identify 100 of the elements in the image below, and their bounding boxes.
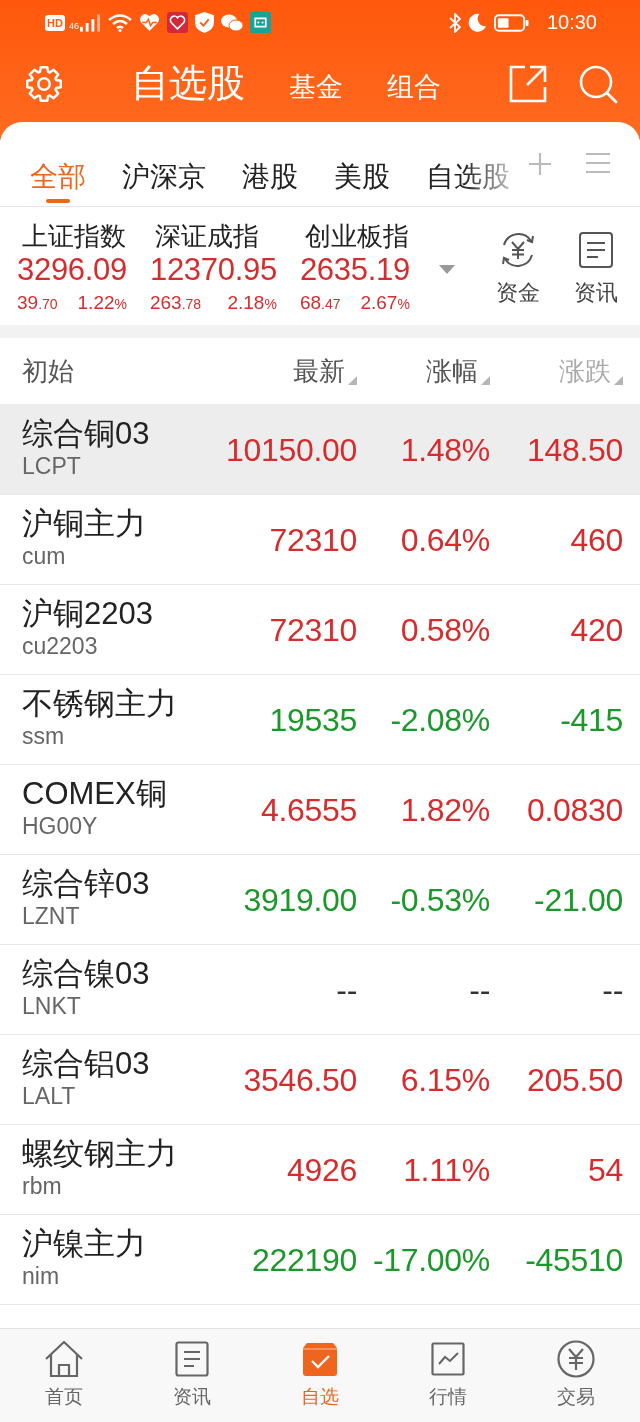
funds-button[interactable]: 资金 xyxy=(496,231,540,325)
add-icon[interactable] xyxy=(528,152,552,176)
price-change: -45510 xyxy=(525,1240,623,1279)
index-value: 2635.19 xyxy=(299,251,410,289)
heart-icon xyxy=(138,13,160,32)
instrument-name: COMEX铜 xyxy=(22,775,168,813)
instrument-name: 综合铜03 xyxy=(22,415,151,453)
battery-icon xyxy=(493,13,529,32)
index-name: 创业板指 xyxy=(303,221,410,251)
quote-row[interactable]: 综合铜03 LCPT 10150.00 1.48% 148.50 xyxy=(0,405,640,495)
nav-tab[interactable]: 首页 xyxy=(0,1329,128,1422)
change-percent: 0.64% xyxy=(400,520,490,559)
price-change: 205.50 xyxy=(526,1060,623,1099)
instrument-name: 沪铜主力 xyxy=(22,505,147,543)
instrument-name: 螺纹钢主力 xyxy=(22,1135,178,1173)
price-change: 148.50 xyxy=(526,430,623,469)
change-percent: -17.00% xyxy=(372,1240,490,1279)
app-icon xyxy=(166,12,188,33)
index-value: 12370.95 xyxy=(149,251,277,289)
price-change: -415 xyxy=(560,700,623,739)
instrument-code: cu2203 xyxy=(22,633,99,659)
price-change: 460 xyxy=(570,520,623,559)
check-tile-icon xyxy=(302,1342,338,1376)
index-change: 39.70 xyxy=(17,292,58,315)
column-header[interactable]: 最新 xyxy=(217,356,357,386)
change-percent: 6.15% xyxy=(400,1060,490,1099)
line-chart-icon xyxy=(431,1342,465,1376)
latest-price: -- xyxy=(336,970,357,1009)
instrument-name: 沪铜2203 xyxy=(22,595,154,633)
change-percent: -- xyxy=(469,970,490,1009)
document-icon xyxy=(577,231,615,269)
chat-icon xyxy=(220,13,243,32)
news-button[interactable]: 资讯 xyxy=(574,231,618,325)
home-icon xyxy=(44,1340,84,1378)
share-icon[interactable] xyxy=(508,63,548,104)
network-type-label: 46 xyxy=(68,21,79,31)
latest-price: 10150.00 xyxy=(225,430,357,469)
moon-icon xyxy=(467,13,487,32)
index-value: 3296.09 xyxy=(17,251,127,289)
index-change: 68.47 xyxy=(299,292,341,315)
yen-coin-icon xyxy=(557,1340,595,1378)
instrument-code: cum xyxy=(22,543,67,569)
latest-price: 3919.00 xyxy=(243,880,357,919)
change-percent: -2.08% xyxy=(390,700,490,739)
search-icon[interactable] xyxy=(578,63,618,104)
change-percent: 1.11% xyxy=(403,1150,490,1189)
market-tab[interactable]: 沪深京 xyxy=(122,122,206,206)
market-tab[interactable]: 港股 xyxy=(242,122,298,206)
index-change-percent: 1.22% xyxy=(77,292,127,315)
document-icon xyxy=(175,1341,209,1377)
latest-price: 4.6555 xyxy=(260,790,357,829)
instrument-name: 沪镍主力 xyxy=(22,1225,147,1263)
instrument-name: 综合铝03 xyxy=(22,1045,151,1083)
index-change-percent: 2.18% xyxy=(227,292,277,315)
index-name: 上证指数 xyxy=(21,221,127,251)
instrument-name: 综合锌03 xyxy=(22,865,151,903)
instrument-code: LZNT xyxy=(22,903,81,929)
instrument-code: LCPT xyxy=(22,453,82,479)
clock-time: 10:30 xyxy=(546,11,597,34)
price-change: 0.0830 xyxy=(526,790,623,829)
column-header[interactable]: 涨幅 xyxy=(357,356,490,386)
change-percent: 1.82% xyxy=(400,790,490,829)
latest-price: 3546.50 xyxy=(243,1060,357,1099)
latest-price: 72310 xyxy=(269,520,357,559)
app-icon xyxy=(249,12,271,33)
latest-price: 19535 xyxy=(269,700,357,739)
signal-icon xyxy=(79,13,101,32)
price-change: -- xyxy=(602,970,623,1009)
column-header: 初始 xyxy=(22,356,75,386)
instrument-code: rbm xyxy=(22,1173,63,1199)
change-percent: 0.58% xyxy=(400,610,490,649)
change-percent: 1.48% xyxy=(400,430,490,469)
nav-tab[interactable]: 行情 xyxy=(384,1329,512,1422)
nav-tab[interactable]: 资讯 xyxy=(128,1329,256,1422)
currency-exchange-icon xyxy=(499,231,537,269)
index-change: 263.78 xyxy=(149,292,202,315)
instrument-code: nim xyxy=(22,1263,61,1289)
instrument-code: LALT xyxy=(22,1083,77,1109)
price-change: 420 xyxy=(570,610,623,649)
bluetooth-icon xyxy=(448,12,461,33)
hd-badge: HD xyxy=(45,14,65,31)
price-change: -21.00 xyxy=(534,880,623,919)
instrument-name: 不锈钢主力 xyxy=(22,685,178,723)
instrument-code: ssm xyxy=(22,723,66,749)
instrument-code: LNKT xyxy=(22,993,82,1019)
index-change-percent: 2.67% xyxy=(360,292,410,315)
index-name: 深证成指 xyxy=(153,221,260,251)
dropdown-caret-icon[interactable] xyxy=(438,265,455,274)
latest-price: 72310 xyxy=(269,610,357,649)
latest-price: 4926 xyxy=(287,1150,357,1189)
settings-icon[interactable] xyxy=(25,64,63,103)
change-percent: -0.53% xyxy=(390,880,490,919)
market-tab[interactable]: 美股 xyxy=(334,122,390,206)
instrument-name: 综合镍03 xyxy=(22,955,151,993)
price-change: 54 xyxy=(588,1150,623,1189)
shield-icon xyxy=(194,12,214,33)
menu-icon[interactable] xyxy=(586,152,610,174)
wifi-icon xyxy=(107,13,132,32)
latest-price: 222190 xyxy=(252,1240,357,1279)
nav-tab[interactable]: 交易 xyxy=(512,1329,640,1422)
